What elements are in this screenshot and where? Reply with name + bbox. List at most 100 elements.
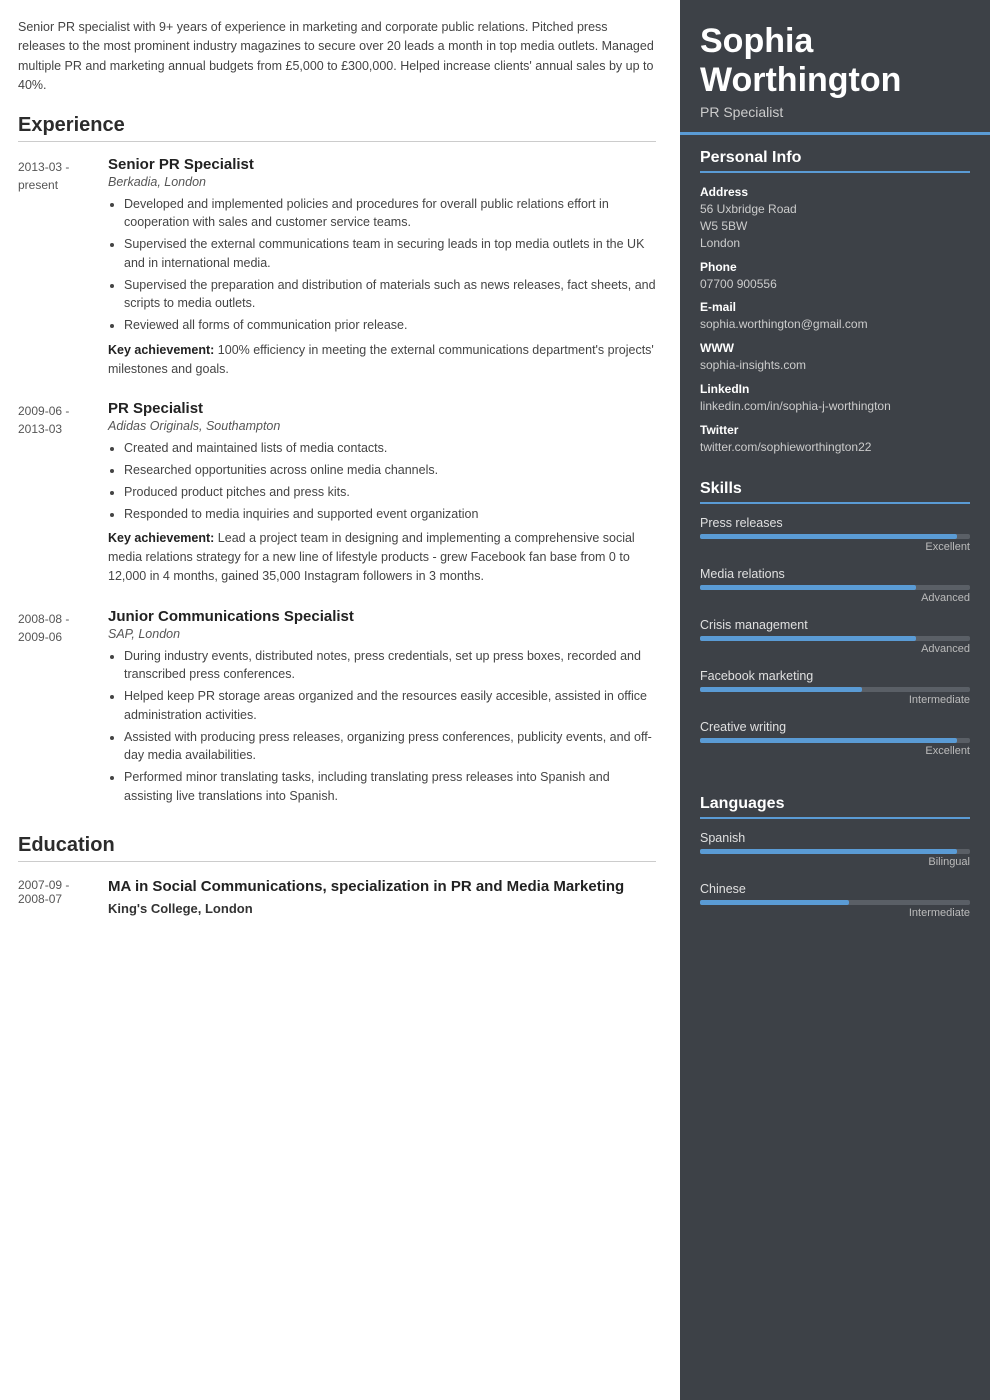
exp-bullet-item: Helped keep PR storage areas organized a… (124, 687, 656, 725)
right-column: SophiaWorthington PR Specialist Personal… (680, 0, 990, 1400)
candidate-name: SophiaWorthington (700, 22, 970, 100)
exp-dates: 2008-08 - 2009-06 (18, 608, 108, 812)
skill-item: Creative writing Excellent (700, 720, 970, 757)
edu-dates: 2007-09 - 2008-07 (18, 876, 108, 916)
exp-bullet-item: Assisted with producing press releases, … (124, 728, 656, 766)
language-bar-fill (700, 900, 849, 905)
exp-bullet-item: During industry events, distributed note… (124, 647, 656, 685)
exp-job-title: PR Specialist (108, 400, 656, 417)
skill-bar-fill (700, 636, 916, 641)
www-value: sophia-insights.com (700, 357, 970, 374)
skill-item: Facebook marketing Intermediate (700, 669, 970, 706)
exp-bullet-item: Produced product pitches and press kits. (124, 483, 656, 502)
edu-degree: MA in Social Communications, specializat… (108, 876, 656, 897)
email-label: E-mail (700, 300, 970, 314)
exp-content: PR Specialist Adidas Originals, Southampt… (108, 400, 656, 585)
language-bar-bg (700, 849, 970, 854)
www-label: WWW (700, 341, 970, 355)
skill-level: Advanced (700, 643, 970, 655)
phone-label: Phone (700, 260, 970, 274)
skill-item: Media relations Advanced (700, 567, 970, 604)
language-item: Chinese Intermediate (700, 882, 970, 919)
skill-name: Media relations (700, 567, 970, 581)
exp-bullet-item: Created and maintained lists of media co… (124, 439, 656, 458)
linkedin-value: linkedin.com/in/sophia-j-worthington (700, 398, 970, 415)
exp-company: SAP, London (108, 627, 656, 641)
skill-bar-bg (700, 636, 970, 641)
skill-bar-bg (700, 687, 970, 692)
skills-section: Skills Press releasesExcellent Media rela… (680, 466, 990, 781)
experience-container: 2013-03 - presentSenior PR Specialist Ber… (18, 156, 656, 812)
skill-level: Excellent (700, 745, 970, 757)
skill-bar-fill (700, 687, 862, 692)
exp-bullet-item: Responded to media inquiries and support… (124, 505, 656, 524)
exp-bullet-item: Supervised the preparation and distribut… (124, 276, 656, 314)
experience-item: 2008-08 - 2009-06Junior Communications S… (18, 608, 656, 812)
language-name: Spanish (700, 831, 970, 845)
exp-bullets: Developed and implemented policies and p… (108, 195, 656, 335)
exp-dates: 2009-06 - 2013-03 (18, 400, 108, 585)
exp-content: Senior PR Specialist Berkadia, London Deve… (108, 156, 656, 379)
left-column: Senior PR specialist with 9+ years of ex… (0, 0, 680, 1400)
exp-bullet-item: Researched opportunities across online m… (124, 461, 656, 480)
skill-name: Crisis management (700, 618, 970, 632)
edu-content: MA in Social Communications, specializat… (108, 876, 656, 916)
personal-info-section: Personal Info Address 56 Uxbridge RoadW5… (680, 135, 990, 465)
skill-bar-bg (700, 534, 970, 539)
exp-achievement: Key achievement: 100% efficiency in meet… (108, 341, 656, 379)
skill-bar-fill (700, 738, 957, 743)
address-label: Address (700, 185, 970, 199)
skill-bar-fill (700, 585, 916, 590)
exp-job-title: Junior Communications Specialist (108, 608, 656, 625)
exp-job-title: Senior PR Specialist (108, 156, 656, 173)
languages-section: Languages SpanishBilingualChineseInterme… (680, 781, 990, 943)
language-item: Spanish Bilingual (700, 831, 970, 868)
skill-name: Creative writing (700, 720, 970, 734)
skills-container: Press releasesExcellent Media relations Ad… (700, 516, 970, 757)
phone-value: 07700 900556 (700, 276, 970, 293)
skill-item: Crisis management Advanced (700, 618, 970, 655)
skill-level: Intermediate (700, 694, 970, 706)
exp-dates: 2013-03 - present (18, 156, 108, 379)
language-bar-fill (700, 849, 957, 854)
skills-title: Skills (700, 480, 970, 504)
exp-bullets: During industry events, distributed note… (108, 647, 656, 806)
skill-bar-bg (700, 738, 970, 743)
skill-bar-bg (700, 585, 970, 590)
twitter-label: Twitter (700, 423, 970, 437)
languages-container: Spanish Bilingual Chinese Intermediate (700, 831, 970, 919)
linkedin-label: LinkedIn (700, 382, 970, 396)
exp-bullet-item: Supervised the external communications t… (124, 235, 656, 273)
exp-achievement: Key achievement: Lead a project team in … (108, 529, 656, 585)
exp-content: Junior Communications Specialist SAP, Lon… (108, 608, 656, 812)
skill-level: Excellent (700, 541, 970, 553)
skill-name: Facebook marketing (700, 669, 970, 683)
experience-section-title: Experience (18, 114, 656, 142)
exp-bullet-item: Reviewed all forms of communication prio… (124, 316, 656, 335)
skill-level: Advanced (700, 592, 970, 604)
skill-item: Press releasesExcellent (700, 516, 970, 553)
language-level: Intermediate (700, 907, 970, 919)
education-section-title: Education (18, 834, 656, 862)
address-value: 56 Uxbridge RoadW5 5BWLondon (700, 201, 970, 251)
exp-bullet-item: Performed minor translating tasks, inclu… (124, 768, 656, 806)
exp-bullet-item: Developed and implemented policies and p… (124, 195, 656, 233)
name-block: SophiaWorthington PR Specialist (680, 0, 990, 135)
experience-item: 2013-03 - presentSenior PR Specialist Ber… (18, 156, 656, 379)
email-value: sophia.worthington@gmail.com (700, 316, 970, 333)
language-name: Chinese (700, 882, 970, 896)
experience-item: 2009-06 - 2013-03PR Specialist Adidas Ori… (18, 400, 656, 585)
twitter-value: twitter.com/sophieworthington22 (700, 439, 970, 456)
exp-bullets: Created and maintained lists of media co… (108, 439, 656, 523)
personal-info-title: Personal Info (700, 149, 970, 173)
language-level: Bilingual (700, 856, 970, 868)
skill-bar-fill (700, 534, 957, 539)
language-bar-bg (700, 900, 970, 905)
candidate-title: PR Specialist (700, 104, 970, 120)
exp-company: Adidas Originals, Southampton (108, 419, 656, 433)
exp-company: Berkadia, London (108, 175, 656, 189)
edu-school: King's College, London (108, 901, 656, 916)
education-container: 2007-09 - 2008-07MA in Social Communicat… (18, 876, 656, 916)
education-item: 2007-09 - 2008-07MA in Social Communicat… (18, 876, 656, 916)
summary-text: Senior PR specialist with 9+ years of ex… (18, 18, 656, 96)
